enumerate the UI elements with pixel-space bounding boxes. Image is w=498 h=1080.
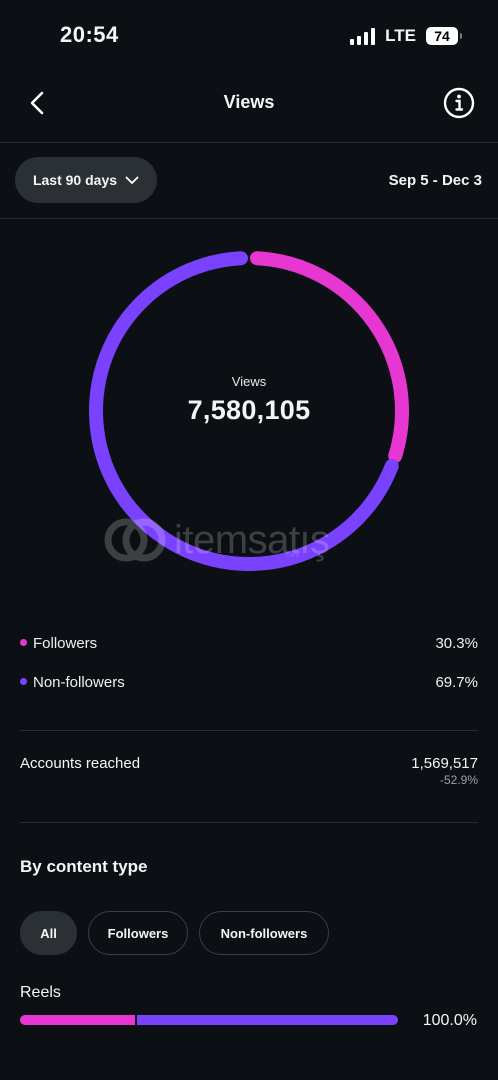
accounts-reached-row: Accounts reached 1,569,517 -52.9% (20, 755, 478, 795)
section-title: By content type (20, 857, 148, 876)
views-label: Views (231, 374, 267, 389)
page-title: Views (223, 92, 275, 112)
chevron-down-icon (125, 176, 139, 184)
period-dropdown[interactable]: Last 90 days (15, 157, 157, 203)
header: Views (0, 74, 498, 143)
accounts-reached-value: 1,569,517 (411, 755, 478, 772)
followers-dot (20, 639, 27, 646)
battery-level: 74 (434, 28, 450, 44)
non-followers-dot (20, 678, 27, 685)
chip-non-followers[interactable]: Non-followers (199, 911, 329, 955)
watermark: itemsatış .com (104, 512, 404, 568)
date-range: Sep 5 - Dec 3 (388, 172, 482, 189)
status-time: 20:54 (60, 22, 119, 47)
legend-row-non-followers: Non-followers 69.7% (20, 666, 478, 705)
watermark-logo-icon (104, 518, 166, 562)
legend-percent: 30.3% (435, 635, 478, 652)
reels-label: Reels (20, 984, 61, 1001)
legend-percent: 69.7% (435, 674, 478, 691)
legend-label: Non-followers (33, 674, 125, 691)
filter-row: Last 90 days Sep 5 - Dec 3 (0, 143, 498, 219)
accounts-reached-label: Accounts reached (20, 755, 141, 772)
accounts-reached-change: -52.9% (439, 773, 478, 787)
legend-label: Followers (33, 635, 98, 652)
period-label: Last 90 days (32, 172, 118, 188)
reels-followers-segment (20, 1015, 135, 1025)
watermark-text: itemsatış (174, 517, 330, 562)
chip-all[interactable]: All (20, 911, 77, 955)
divider (20, 730, 478, 731)
watermark-sub: .com (284, 552, 300, 559)
battery-icon: 74 (426, 27, 462, 45)
status-indicators: LTE 74 (350, 26, 462, 46)
reels-non-followers-segment (136, 1015, 398, 1025)
views-total: 7,580,105 (187, 395, 311, 425)
reels-bar (20, 1015, 398, 1025)
donut-center: Views 7,580,105 (89, 374, 409, 426)
status-bar: 20:54 LTE 74 (0, 0, 498, 74)
legend: Followers 30.3% Non-followers 69.7% (20, 627, 478, 705)
reels-percent: 100.0% (422, 1012, 477, 1029)
followers-arc (250, 251, 409, 463)
info-icon[interactable] (442, 86, 476, 120)
chip-followers[interactable]: Followers (88, 911, 188, 955)
legend-row-followers: Followers 30.3% (20, 627, 478, 666)
network-type: LTE (385, 26, 416, 45)
content-filter-chips: All Followers Non-followers (20, 911, 329, 955)
divider (20, 822, 478, 823)
signal-icon (350, 27, 376, 45)
